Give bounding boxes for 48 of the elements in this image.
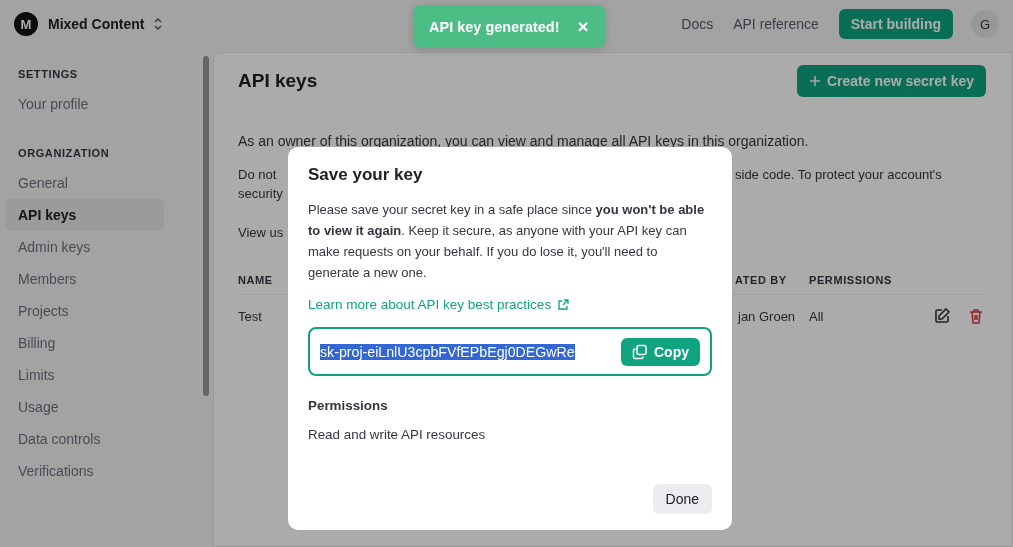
key-text: sk-proj-eiLnlU3cpbFVfEPbEgj0DEGwRe [320,343,575,360]
key-field[interactable]: sk-proj-eiLnlU3cpbFVfEPbEgj0DEGwRe Copy [308,327,712,376]
sidebar-item[interactable]: Your profile [5,88,164,120]
notice-text: security [238,186,283,201]
plus-icon [808,75,821,87]
table-cell: Test [238,308,262,324]
copy-icon [632,343,648,360]
usage-text: View us [238,225,284,240]
page-title: API keys [238,70,318,92]
dialog-title: Save your key [308,165,424,185]
column-header: PERMISSIONS [809,274,892,286]
sidebar-item[interactable]: Data controls [5,423,164,455]
notice-text: Do not [238,167,277,182]
best-practices-link[interactable]: Learn more about API key best practices [308,297,552,312]
permissions-value: Read and write API resources [308,427,487,442]
sidebar-item[interactable]: Limits [5,359,164,391]
sidebar-item[interactable]: Members [5,263,164,295]
sidebar-item[interactable]: General [5,167,164,199]
create-key-button[interactable]: Create new secret key [796,65,986,97]
org-avatar: M [14,12,38,36]
sidebar-item[interactable]: Admin keys [5,231,164,263]
sidebar-item[interactable]: API keys [5,199,164,231]
sidebar-item[interactable]: Projects [5,295,164,327]
sidebar-item[interactable]: Billing [5,327,164,359]
section-heading: SETTINGS [17,67,79,82]
user-avatar[interactable]: G [971,10,999,38]
table-cell-text: jan Groen [736,308,797,324]
external-link-icon[interactable] [557,298,570,311]
trash-icon[interactable] [967,307,985,325]
scrollbar[interactable] [203,56,209,396]
section-heading: ORGANIZATION [17,146,111,161]
notice-text: side code. To protect your account's [735,167,942,182]
dialog-message: Please save your secret key in a safe place since you won't be able to view it again. Keep it secure, as anyone with your API key can make requests on your behalf. If you do lose it, you'll need to generate a new one. [308,201,706,282]
nav-link[interactable]: Docs [681,16,714,32]
close-button[interactable]: × [577,15,589,38]
table-cell-text: All [809,308,825,324]
start-building-button[interactable]: Start building [838,9,953,39]
permissions-label: Permissions [308,398,389,413]
sidebar-item[interactable]: Verifications [5,455,164,487]
sidebar-item[interactable]: Usage [5,391,164,423]
nav-link[interactable]: API reference [733,16,819,32]
copy-button[interactable]: Copy [621,337,700,366]
column-header: NAME [238,274,273,286]
org-name[interactable]: Mixed Content [48,16,145,32]
column-header: ATED BY [735,274,788,286]
edit-icon[interactable] [933,307,951,325]
done-button[interactable]: Done [652,484,712,514]
toast-message: API key generated! [429,18,560,35]
